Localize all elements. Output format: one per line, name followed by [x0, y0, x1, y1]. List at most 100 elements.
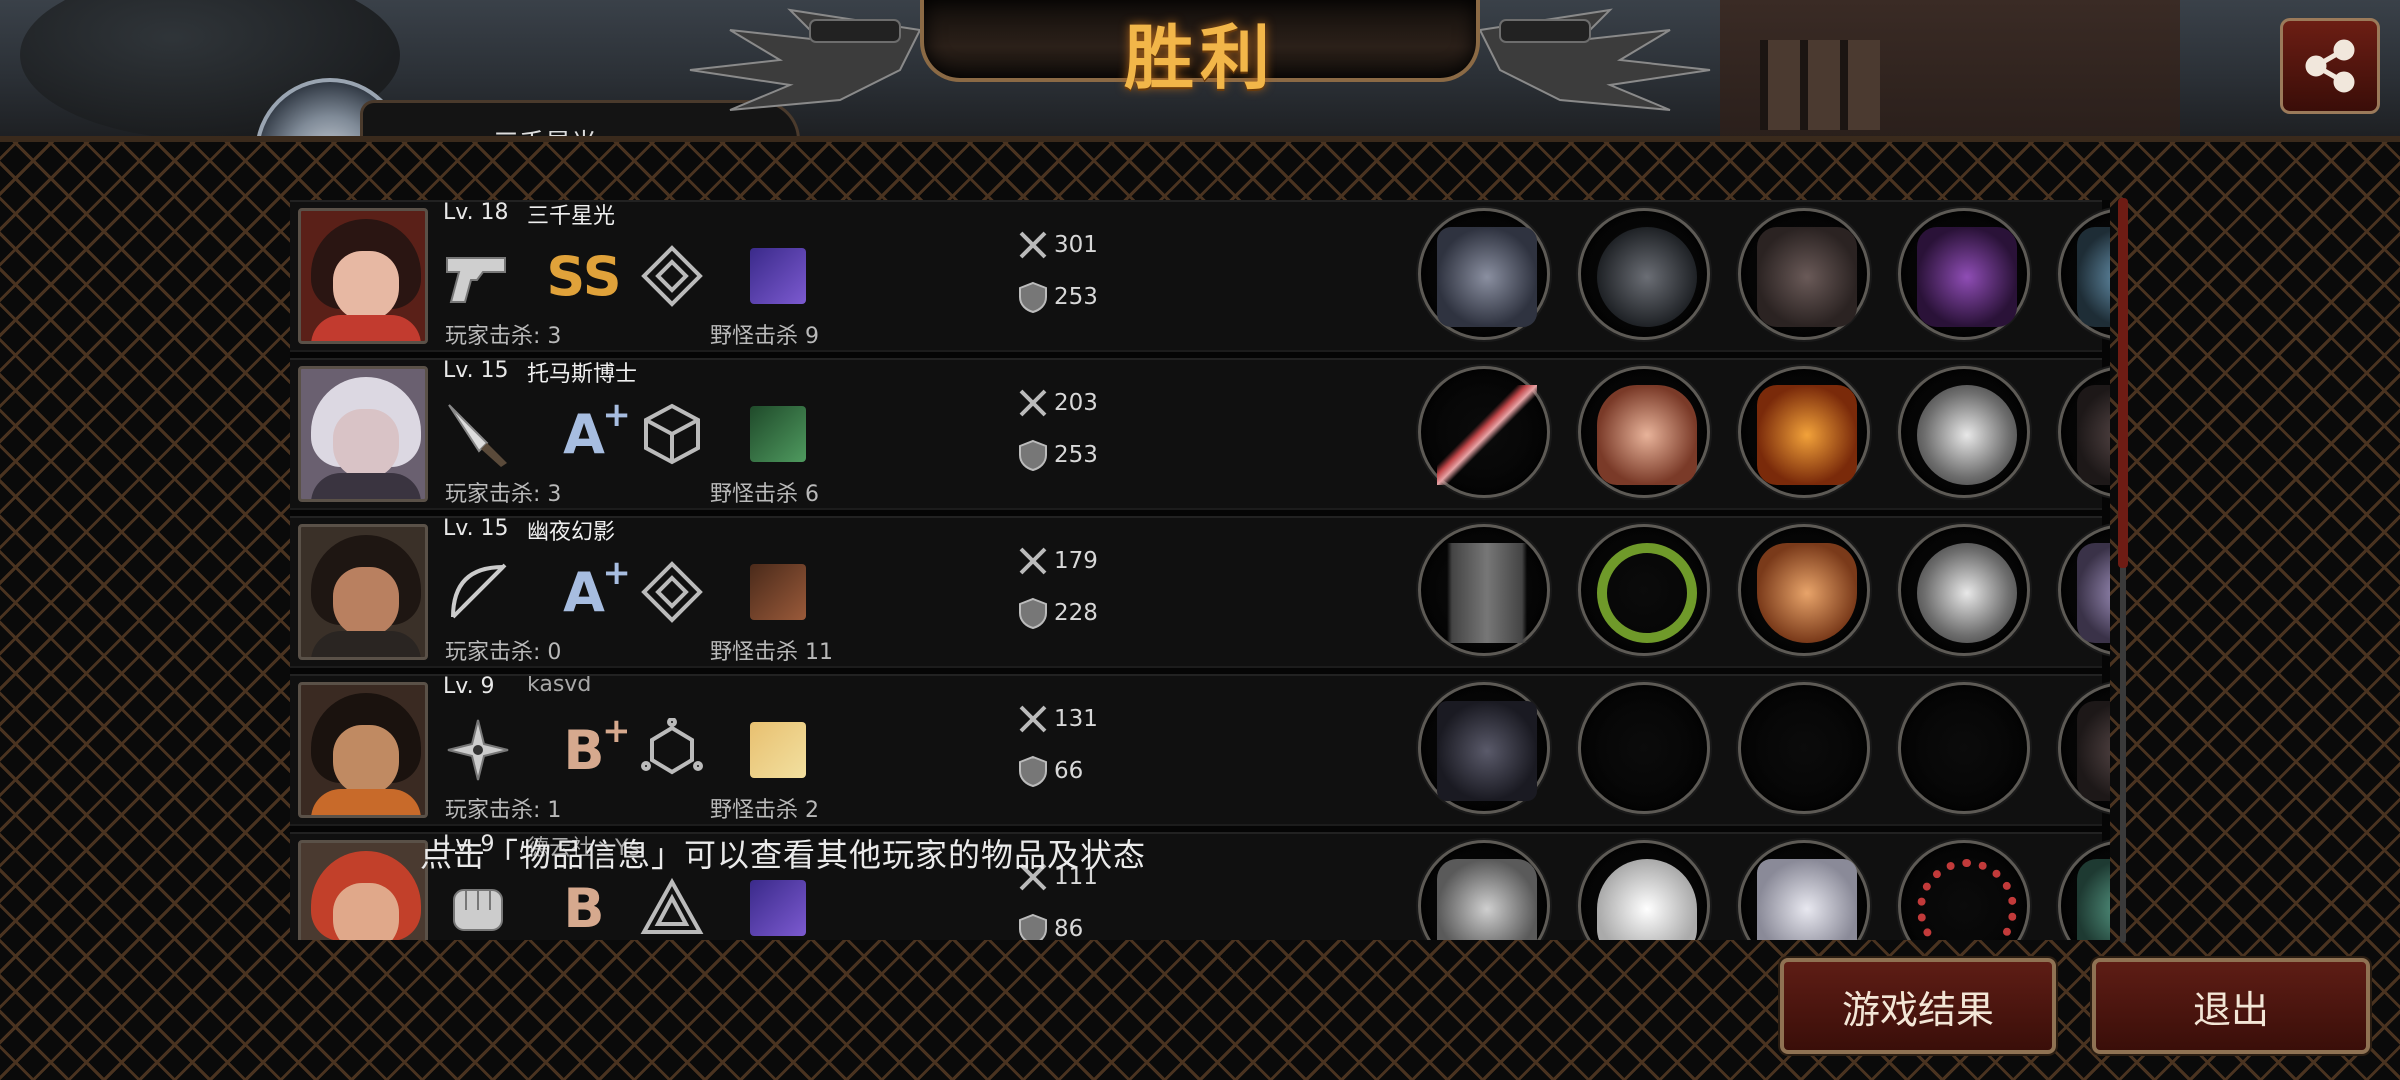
- helmet-item: [1597, 227, 1697, 327]
- item-slot[interactable]: [2058, 208, 2110, 340]
- monster-icon: [742, 872, 814, 940]
- player-row[interactable]: Lv. 15 托马斯博士 A + 玩家击杀: 3 野怪击杀 6 203 253: [290, 358, 2110, 510]
- shield-icon: [1016, 596, 1050, 630]
- grade-plus: +: [602, 552, 631, 593]
- item-slot[interactable]: [2058, 366, 2110, 498]
- laurel-item: [1597, 543, 1697, 643]
- item-slot-empty[interactable]: [1578, 682, 1710, 814]
- item-slot[interactable]: [1578, 840, 1710, 940]
- player-results-list[interactable]: Lv. 18 三千星光 SS 玩家击杀: 3 野怪击杀 9 301 253 Lv…: [290, 200, 2110, 940]
- item-slot[interactable]: [1898, 524, 2030, 656]
- item-slot[interactable]: [1418, 524, 1550, 656]
- defense-value: 86: [1054, 916, 1084, 940]
- item-slot[interactable]: [1898, 366, 2030, 498]
- item-info-hint: 点击「物品信息」可以查看其他玩家的物品及状态: [420, 836, 1147, 874]
- grade-text: SS: [546, 244, 622, 308]
- attack-value: 179: [1054, 548, 1098, 574]
- item-slot[interactable]: [1738, 208, 1870, 340]
- player-row[interactable]: Lv. 18 三千星光 SS 玩家击杀: 3 野怪击杀 9 301 253: [290, 200, 2110, 352]
- item-slot[interactable]: [2058, 840, 2110, 940]
- monster-kills: 野怪击杀 6: [710, 482, 819, 507]
- avatar[interactable]: [298, 208, 428, 344]
- triangle-class-icon: [636, 872, 708, 940]
- diamond-class-icon: [636, 556, 708, 628]
- item-slot[interactable]: [1898, 208, 2030, 340]
- scrollbar-thumb[interactable]: [2118, 198, 2128, 568]
- exit-button[interactable]: 退出: [2092, 958, 2370, 1054]
- item-slot-empty[interactable]: [1738, 682, 1870, 814]
- player-row[interactable]: Lv. 15 幽夜幻影 A + 玩家击杀: 0 野怪击杀 11 179 228: [290, 516, 2110, 668]
- defense-stat: 228: [1016, 596, 1098, 630]
- share-button[interactable]: [2280, 18, 2380, 114]
- monster-kills: 野怪击杀 11: [710, 640, 833, 665]
- grade-text: B: [563, 876, 605, 940]
- grade-badge: A +: [548, 553, 631, 628]
- victory-title: 胜利: [1124, 17, 1276, 99]
- attack-stat: 203: [1016, 386, 1098, 420]
- crossed-swords-icon: [1016, 386, 1050, 420]
- knife-icon: [442, 398, 514, 470]
- fist-icon: [442, 872, 514, 940]
- item-slot[interactable]: [1738, 840, 1870, 940]
- boots-item: [2077, 227, 2110, 327]
- boots-item: [2077, 543, 2110, 643]
- grade-badge: B +: [548, 711, 630, 786]
- player-name: 三千星光: [527, 204, 616, 229]
- defense-value: 228: [1054, 600, 1098, 626]
- item-slot-empty[interactable]: [1898, 682, 2030, 814]
- item-slot[interactable]: [1738, 524, 1870, 656]
- game-results-button[interactable]: 游戏结果: [1780, 958, 2056, 1054]
- player-kills: 玩家击杀: 1: [445, 798, 562, 823]
- monster-icon: [742, 556, 814, 628]
- diamond-class-icon: [636, 240, 708, 312]
- attack-value: 301: [1054, 232, 1098, 258]
- player-level: Lv. 18: [443, 200, 509, 225]
- player-level: Lv. 9: [443, 674, 495, 699]
- item-slot[interactable]: [1418, 366, 1550, 498]
- winged-crown-item: [1597, 385, 1697, 485]
- player-name: 幽夜幻影: [527, 520, 616, 545]
- avatar[interactable]: [298, 524, 428, 660]
- defense-value: 253: [1054, 442, 1098, 468]
- crossed-swords-icon: [1016, 228, 1050, 262]
- item-slot[interactable]: [1738, 366, 1870, 498]
- grade-badge: B: [548, 872, 620, 940]
- item-slot[interactable]: [1418, 840, 1550, 940]
- cube-class-icon: [636, 398, 708, 470]
- defense-value: 253: [1054, 284, 1098, 310]
- results-panel: Lv. 18 三千星光 SS 玩家击杀: 3 野怪击杀 9 301 253 Lv…: [0, 136, 2400, 1080]
- item-slot[interactable]: [1898, 840, 2030, 940]
- attack-value: 203: [1054, 390, 1098, 416]
- flame-armor-item: [1757, 385, 1857, 485]
- gauntlet-item: [1917, 227, 2017, 327]
- item-slot[interactable]: [1418, 682, 1550, 814]
- attack-stat: 179: [1016, 544, 1098, 578]
- item-slot[interactable]: [1578, 366, 1710, 498]
- avatar[interactable]: [298, 366, 428, 502]
- bow-icon: [442, 556, 514, 628]
- player-name: 托马斯博士: [527, 362, 638, 387]
- blade-item: [1437, 701, 1537, 801]
- defense-stat: 86: [1016, 912, 1083, 940]
- boots-item: [2077, 385, 2110, 485]
- suit-item: [1757, 859, 1857, 940]
- item-slot[interactable]: [1418, 208, 1550, 340]
- item-slot[interactable]: [2058, 682, 2110, 814]
- metal-disc-item: [1917, 543, 2017, 643]
- item-slot[interactable]: [1578, 208, 1710, 340]
- avatar[interactable]: [298, 840, 428, 940]
- grade-plus: +: [602, 710, 631, 751]
- sneaker-item: [2077, 859, 2110, 940]
- player-row[interactable]: Lv. 9 kasvd B + 玩家击杀: 1 野怪击杀 2 131 66: [290, 672, 2110, 826]
- avatar[interactable]: [298, 682, 428, 818]
- grade-text: A: [563, 560, 605, 624]
- player-name: kasvd: [527, 672, 592, 697]
- grape-item: [1757, 543, 1857, 643]
- item-slot[interactable]: [1578, 524, 1710, 656]
- grade-text: B: [563, 718, 605, 782]
- item-slot[interactable]: [2058, 524, 2110, 656]
- attack-stat: 131: [1016, 702, 1098, 736]
- list-scrollbar[interactable]: [2118, 198, 2128, 943]
- metal-disc-item: [1917, 385, 2017, 485]
- defense-stat: 253: [1016, 438, 1098, 472]
